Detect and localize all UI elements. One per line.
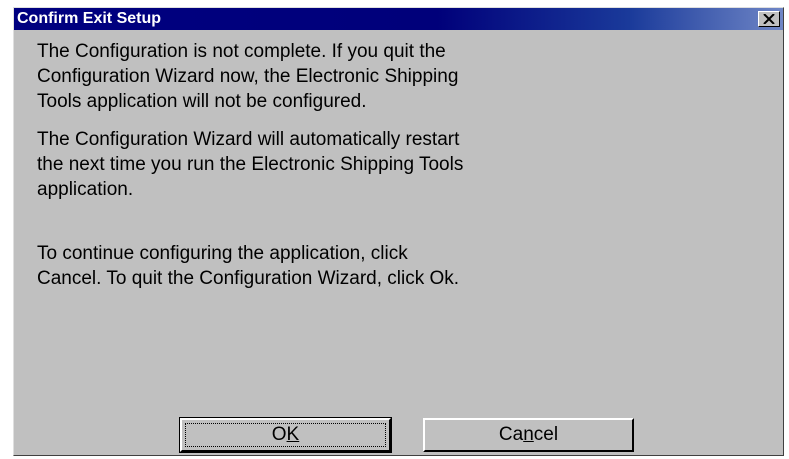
message-line: Cancel. To quit the Configuration Wizard… (37, 268, 460, 289)
cancel-button-label: Cancel (498, 424, 559, 445)
title-bar[interactable]: Confirm Exit Setup (14, 8, 783, 30)
message-line: application. (37, 179, 134, 200)
message-line: Configuration Wizard now, the Electronic… (37, 66, 459, 87)
message-line: Tools application will not be configured… (37, 91, 367, 112)
message-paragraph-1: The Configuration is not complete. If yo… (37, 39, 777, 114)
message-paragraph-2: The Configuration Wizard will automatica… (37, 127, 777, 202)
message-line: To continue configuring the application,… (37, 243, 408, 264)
message-line: The Configuration is not complete. If yo… (37, 41, 446, 62)
ok-button[interactable]: OK (179, 417, 392, 453)
close-icon (763, 14, 775, 24)
message-paragraph-3: To continue configuring the application,… (37, 241, 777, 291)
confirm-exit-dialog: Confirm Exit Setup The Configuration is … (13, 7, 784, 456)
window-title: Confirm Exit Setup (17, 10, 162, 27)
focus-rectangle (185, 423, 386, 447)
close-button[interactable] (758, 11, 780, 27)
cancel-button[interactable]: Cancel (423, 418, 634, 452)
message-line: the next time you run the Electronic Shi… (37, 154, 464, 175)
message-line: The Configuration Wizard will automatica… (37, 129, 460, 150)
